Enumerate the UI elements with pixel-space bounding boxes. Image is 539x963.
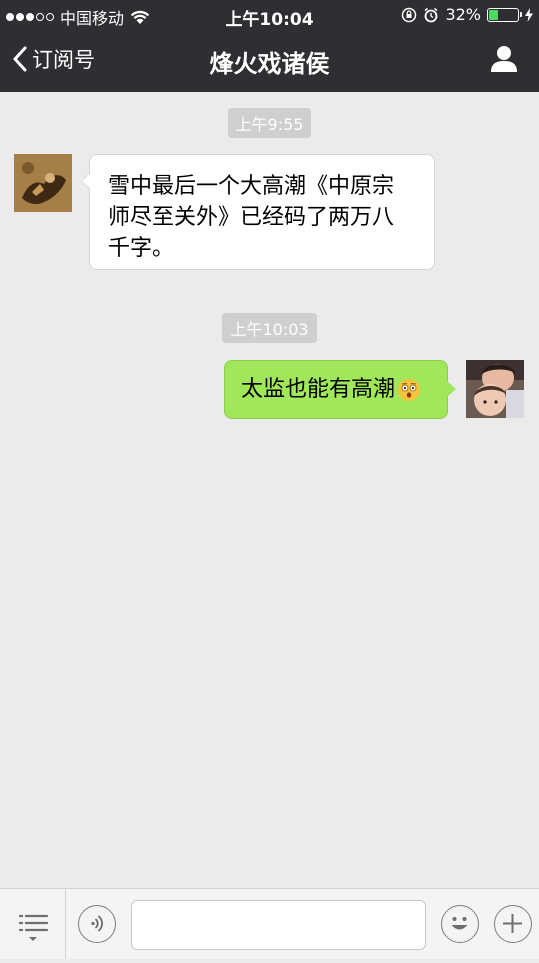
input-bar [0, 888, 539, 959]
menu-list-icon [18, 914, 49, 941]
charging-bolt-icon [525, 7, 533, 22]
emoji-button[interactable] [441, 905, 479, 943]
status-bar: 中国移动 上午10:04 32% [0, 0, 539, 30]
message-line: 雪中最后一个大高潮《中原宗 [108, 174, 395, 199]
message-text: 太监也能有高潮 [241, 377, 396, 402]
timestamp-label: 上午9:55 [227, 108, 312, 138]
alarm-icon [424, 7, 438, 22]
sender-avatar[interactable] [14, 154, 72, 212]
timestamp-label: 上午10:03 [222, 313, 317, 343]
battery-icon [487, 7, 522, 22]
message-line: 千字。 [108, 236, 175, 261]
plus-icon [503, 914, 522, 933]
page-title: 烽火戏诸侯 [209, 50, 330, 78]
message-timestamp: 上午9:55 [0, 108, 539, 138]
message-timestamp: 上午10:03 [0, 313, 539, 343]
astonished-face-emoji [398, 378, 421, 401]
sender-avatar-image [14, 154, 72, 212]
voice-button[interactable] [78, 905, 116, 943]
status-right: 32% [401, 5, 533, 24]
person-icon[interactable] [489, 44, 519, 74]
battery-percent: 32% [445, 5, 481, 24]
voice-icon [91, 915, 103, 932]
smiley-icon [451, 917, 468, 930]
my-avatar-image [466, 360, 524, 418]
menu-toggle-button[interactable] [0, 889, 66, 959]
message-line: 师尽至关外》已经码了两万八 [108, 205, 395, 230]
received-message-bubble[interactable]: 雪中最后一个大高潮《中原宗 师尽至关外》已经码了两万八 千字。 [81, 154, 435, 270]
top-bar: 中国移动 上午10:04 32% 订阅号 烽火戏诸侯 [0, 0, 539, 92]
my-avatar[interactable] [466, 360, 524, 418]
more-button[interactable] [494, 905, 532, 943]
nav-bar: 订阅号 烽火戏诸侯 [0, 30, 539, 92]
sent-message-bubble[interactable]: 太监也能有高潮 [224, 360, 456, 419]
chat-area[interactable]: 上午9:55 雪中最后一个大高潮《中原宗 师尽至关外》已经码了两万八 千字。 上… [0, 92, 539, 888]
message-input[interactable] [131, 900, 426, 950]
rotation-lock-icon [402, 7, 417, 22]
